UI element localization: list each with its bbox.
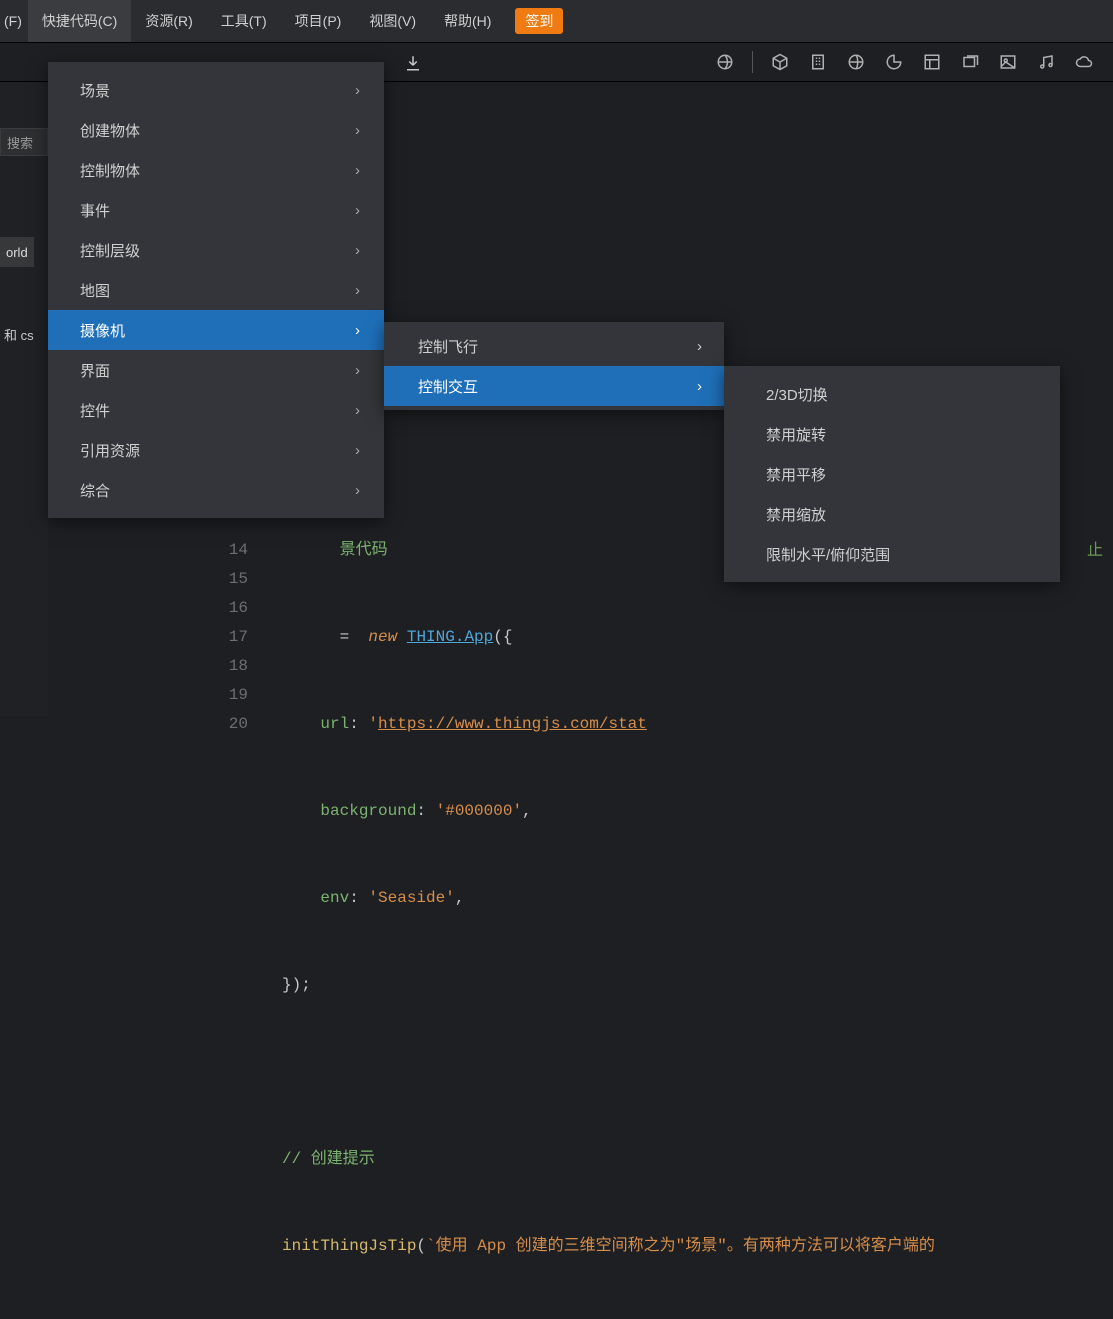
chevron-right-icon: › [355, 402, 360, 419]
menu1-camera[interactable]: 摄像机› [48, 310, 384, 350]
menu1-map[interactable]: 地图› [48, 270, 384, 310]
menu1-misc[interactable]: 综合› [48, 470, 384, 510]
menu-quickcode[interactable]: 快捷代码(C) [28, 0, 131, 42]
camera-submenu: 控制飞行› 控制交互› [384, 322, 724, 410]
left-side-panel [0, 82, 48, 716]
menu-view[interactable]: 视图(V) [355, 0, 430, 42]
menu1-control-level[interactable]: 控制层级› [48, 230, 384, 270]
cloud-icon[interactable] [1071, 49, 1097, 75]
chevron-right-icon: › [355, 322, 360, 339]
chevron-right-icon: › [355, 82, 360, 99]
chevron-right-icon: › [697, 338, 702, 355]
music-icon[interactable] [1033, 49, 1059, 75]
interaction-submenu: 2/3D切换 禁用旋转 禁用平移 禁用缩放 限制水平/俯仰范围 [724, 366, 1060, 582]
code-body[interactable]: 景代码 = new THING.App({ url: 'https://www.… [282, 478, 1113, 1319]
signin-button[interactable]: 签到 [515, 8, 563, 34]
download-icon[interactable] [400, 50, 426, 76]
menu3-disable-rotate[interactable]: 禁用旋转 [724, 414, 1060, 454]
chevron-right-icon: › [355, 442, 360, 459]
menu3-2d3d-toggle[interactable]: 2/3D切换 [724, 374, 1060, 414]
menu1-create-object[interactable]: 创建物体› [48, 110, 384, 150]
menu-help[interactable]: 帮助(H) [430, 0, 505, 42]
chevron-right-icon: › [355, 362, 360, 379]
earth-icon[interactable] [712, 49, 738, 75]
top-menu-bar: (F) 快捷代码(C) 资源(R) 工具(T) 项目(P) 视图(V) 帮助(H… [0, 0, 1113, 42]
side-text-fragment: 和 cs [0, 325, 38, 344]
menu1-widgets[interactable]: 控件› [48, 390, 384, 430]
menu3-disable-zoom[interactable]: 禁用缩放 [724, 494, 1060, 534]
cube-icon[interactable] [767, 49, 793, 75]
picture-icon[interactable] [995, 49, 1021, 75]
chevron-right-icon: › [697, 378, 702, 395]
toolbar-separator [752, 51, 753, 73]
chevron-right-icon: › [355, 482, 360, 499]
layout-icon[interactable] [919, 49, 945, 75]
menu3-disable-pan[interactable]: 禁用平移 [724, 454, 1060, 494]
menu-tools[interactable]: 工具(T) [207, 0, 281, 42]
menu2-control-interaction[interactable]: 控制交互› [384, 366, 724, 406]
image-stack-icon[interactable] [957, 49, 983, 75]
menu1-scene[interactable]: 场景› [48, 70, 384, 110]
menu-resources[interactable]: 资源(R) [131, 0, 206, 42]
pie-icon[interactable] [881, 49, 907, 75]
menu2-control-flight[interactable]: 控制飞行› [384, 326, 724, 366]
menu-project[interactable]: 项目(P) [281, 0, 356, 42]
building-icon[interactable] [805, 49, 831, 75]
chevron-right-icon: › [355, 162, 360, 179]
chevron-right-icon: › [355, 122, 360, 139]
search-input[interactable]: 搜索 [0, 128, 48, 156]
menu1-control-object[interactable]: 控制物体› [48, 150, 384, 190]
globe-icon[interactable] [843, 49, 869, 75]
chevron-right-icon: › [355, 282, 360, 299]
code-fragment-right: 止 [1087, 536, 1103, 560]
chevron-right-icon: › [355, 242, 360, 259]
menu1-refs[interactable]: 引用资源› [48, 430, 384, 470]
menu1-events[interactable]: 事件› [48, 190, 384, 230]
chevron-right-icon: › [355, 202, 360, 219]
menu-file-fragment[interactable]: (F) [4, 0, 28, 42]
menu3-limit-range[interactable]: 限制水平/俯仰范围 [724, 534, 1060, 574]
menu1-ui[interactable]: 界面› [48, 350, 384, 390]
quickcode-menu: 场景› 创建物体› 控制物体› 事件› 控制层级› 地图› 摄像机› 界面› 控… [48, 62, 384, 518]
file-tab-fragment[interactable]: orld [0, 237, 34, 267]
